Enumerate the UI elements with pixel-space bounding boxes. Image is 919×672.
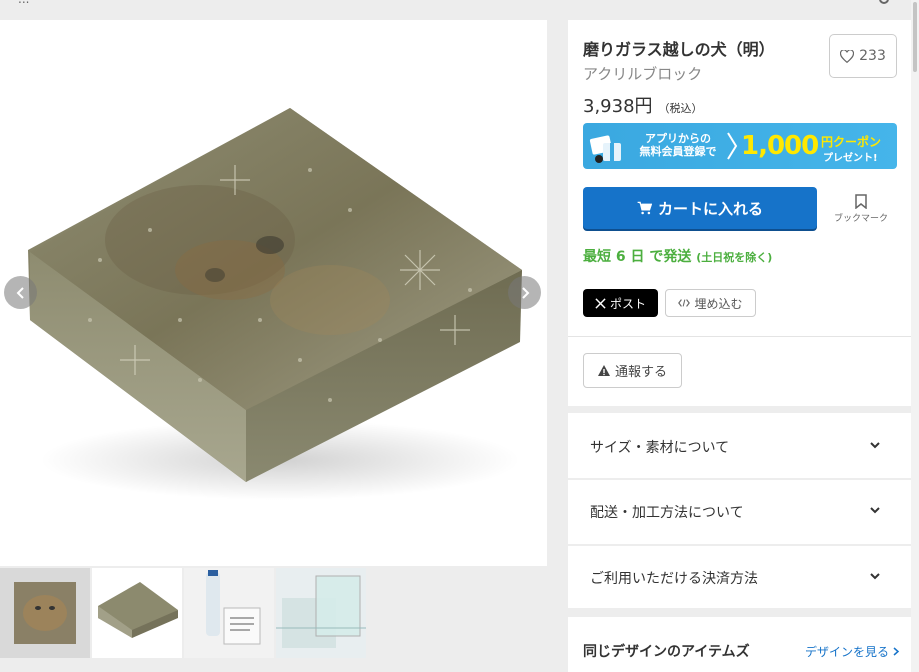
top-bar: ... xyxy=(0,0,919,20)
shipping-info: 最短 6 日 で発送 (土日祝を除く) xyxy=(583,246,772,266)
chevron-down-icon xyxy=(870,442,880,449)
product-type[interactable]: アクリルブロック xyxy=(583,63,702,84)
report-button[interactable]: 通報する xyxy=(583,353,682,388)
divider xyxy=(568,336,911,337)
accordion-label: サイズ・素材について xyxy=(590,440,730,456)
price-value: 3,938円 xyxy=(583,96,653,117)
chevron-down-icon xyxy=(870,573,880,580)
bookmark-button[interactable]: ブックマーク xyxy=(826,194,896,224)
cart-label: カートに入れる xyxy=(657,199,763,218)
shipping-note: (土日祝を除く) xyxy=(696,251,773,264)
chevron-left-icon xyxy=(16,286,24,299)
heart-icon xyxy=(840,49,855,63)
shipping-main: 最短 6 日 で発送 xyxy=(583,249,692,265)
scrollbar-thumb[interactable] xyxy=(913,2,917,72)
acrylic-block-image xyxy=(28,108,522,500)
add-to-cart-button[interactable]: カートに入れる xyxy=(583,187,817,229)
like-button[interactable]: 233 xyxy=(829,34,897,78)
same-design-heading: 同じデザインのアイテムズ xyxy=(583,644,750,660)
product-title: 磨りガラス越しの犬（明） xyxy=(583,40,775,59)
thumbnail-3[interactable] xyxy=(184,568,274,658)
coupon-amount: 1,000 xyxy=(741,131,819,161)
tax-note: （税込） xyxy=(658,102,703,115)
accordion-shipping-processing[interactable]: 配送・加工方法について xyxy=(568,480,911,544)
like-count: 233 xyxy=(859,48,886,64)
coupon-present: プレゼント! xyxy=(823,153,878,164)
chevron-down-icon xyxy=(870,507,880,514)
thumbnail-image xyxy=(92,568,182,658)
cart-icon xyxy=(637,201,652,215)
x-post-button[interactable]: ポスト xyxy=(583,289,658,317)
accordion-label: 配送・加工方法について xyxy=(590,505,744,521)
post-label: ポスト xyxy=(609,296,646,311)
bookmark-icon xyxy=(855,194,867,209)
thumbnail-strip xyxy=(0,568,366,658)
banner-line-1: アプリからの xyxy=(645,132,711,145)
thumbnail-2[interactable] xyxy=(92,568,182,658)
gift-icon xyxy=(589,135,621,163)
accordion-label: ご利用いただける決済方法 xyxy=(590,571,758,587)
thumbnail-1[interactable] xyxy=(0,568,90,658)
product-price: 3,938円 （税込） xyxy=(583,92,703,118)
view-design-label: デザインを見る xyxy=(805,645,890,659)
chevron-right-icon xyxy=(521,286,529,299)
banner-text: アプリからの 無料会員登録で xyxy=(633,132,723,158)
report-label: 通報する xyxy=(614,365,667,380)
prev-image-button[interactable] xyxy=(4,276,37,309)
next-image-button[interactable] xyxy=(508,276,541,309)
app-coupon-banner[interactable]: アプリからの 無料会員登録で 1,000 円クーポン プレゼント! xyxy=(583,123,897,169)
thumbnail-4[interactable] xyxy=(276,568,366,658)
accordion-payment-methods[interactable]: ご利用いただける決済方法 xyxy=(568,546,911,608)
product-info-panel: 磨りガラス越しの犬（明） アクリルブロック 3,938円 （税込） 233 アプリ… xyxy=(568,20,911,406)
embed-label: 埋め込む xyxy=(694,296,743,311)
thumbnail-image xyxy=(184,568,274,658)
bookmark-label: ブックマーク xyxy=(833,214,888,224)
embed-button[interactable]: 埋め込む xyxy=(665,289,756,317)
thumbnail-image xyxy=(0,568,90,658)
accordion-size-material[interactable]: サイズ・素材について xyxy=(568,413,911,478)
page-scrollbar[interactable] xyxy=(911,0,919,672)
chevron-right-icon xyxy=(893,647,899,656)
main-product-image xyxy=(0,20,547,566)
x-logo-icon xyxy=(595,297,606,309)
banner-chevron-icon xyxy=(727,132,738,160)
same-design-section: 同じデザインのアイテムズ デザインを見る xyxy=(568,617,911,672)
banner-line-2: 無料会員登録で xyxy=(639,145,717,158)
code-icon xyxy=(678,299,691,307)
view-design-link[interactable]: デザインを見る xyxy=(805,643,900,660)
warning-icon xyxy=(597,365,610,376)
breadcrumb[interactable]: ... xyxy=(18,0,29,6)
coupon-label: 円クーポン xyxy=(821,135,882,149)
thumbnail-image xyxy=(276,568,366,658)
account-icon[interactable] xyxy=(879,0,889,4)
